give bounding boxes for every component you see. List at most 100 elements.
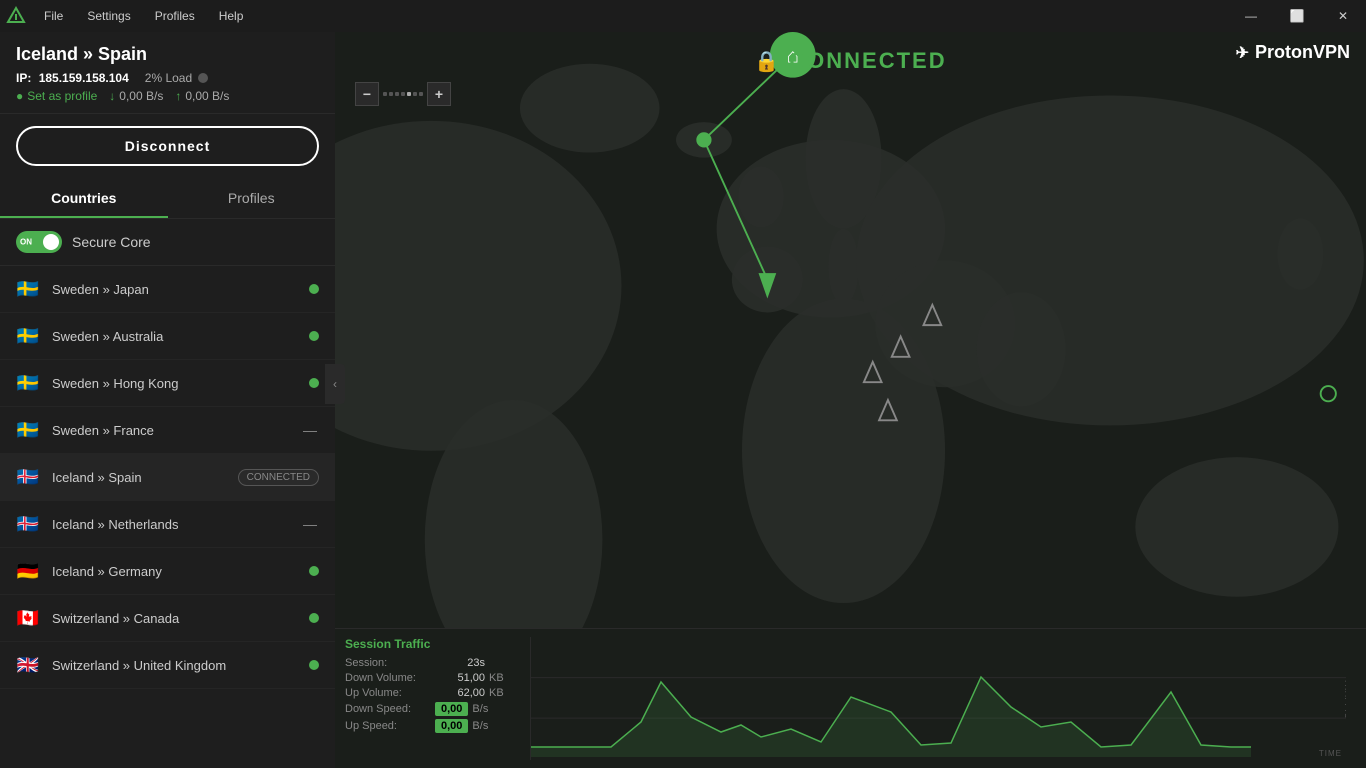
- traffic-info: Session Traffic Session: 23s Down Volume…: [345, 637, 530, 760]
- disconnect-button[interactable]: Disconnect: [16, 126, 319, 166]
- minus-icon-netherlands: —: [303, 516, 317, 532]
- secure-core-toggle[interactable]: ON: [16, 231, 62, 253]
- server-name-sweden-japan: Sweden » Japan: [52, 282, 309, 297]
- server-item-sweden-france[interactable]: 🇸🇪 Sweden » France —: [0, 407, 335, 454]
- connection-header: Iceland » Spain IP: 185.159.158.104 2% L…: [0, 32, 335, 114]
- server-item-sweden-australia[interactable]: 🇸🇪 Sweden » Australia: [0, 313, 335, 360]
- connected-label: CONNECTED: [789, 48, 946, 74]
- secure-core-label: Secure Core: [72, 234, 151, 250]
- down-arrow-icon: ↓: [109, 89, 115, 103]
- menu-settings[interactable]: Settings: [75, 0, 142, 32]
- minus-icon-france: —: [303, 422, 317, 438]
- load-indicator-1: [309, 331, 319, 341]
- map-area: ⌂ 🔒 CONNECTED ✈ ProtonVPN − +: [335, 32, 1366, 768]
- connected-status: 🔒 CONNECTED: [754, 48, 946, 74]
- flag-switzerland-canada: 🇨🇦: [16, 609, 40, 627]
- down-speed-value: 0,00: [435, 702, 468, 716]
- up-arrow-icon: ↑: [175, 89, 181, 103]
- menu-help[interactable]: Help: [207, 0, 256, 32]
- zoom-in-button[interactable]: +: [427, 82, 451, 106]
- protonvpn-logo: ✈ ProtonVPN: [1236, 42, 1350, 63]
- connection-ip: IP: 185.159.158.104: [16, 71, 129, 85]
- flag-sweden-australia: 🇸🇪: [16, 327, 40, 345]
- menu-profiles[interactable]: Profiles: [143, 0, 207, 32]
- window-controls: — ⬜ ✕: [1228, 0, 1366, 32]
- traffic-downspeed-row: Down Speed: 0,00 B/s: [345, 702, 530, 716]
- flag-sweden-hongkong: 🇸🇪: [16, 374, 40, 392]
- traffic-title: Session Traffic: [345, 637, 530, 651]
- zoom-controls: − +: [355, 82, 451, 106]
- load-indicator-8: [309, 660, 319, 670]
- collapse-sidebar-button[interactable]: ‹: [325, 364, 345, 404]
- server-item-sweden-hongkong[interactable]: 🇸🇪 Sweden » Hong Kong: [0, 360, 335, 407]
- proton-logo-icon: ✈: [1236, 43, 1249, 63]
- zoom-pip-4: [401, 92, 405, 96]
- flag-switzerland-uk: 🇬🇧: [16, 656, 40, 674]
- flag-sweden-france: 🇸🇪: [16, 421, 40, 439]
- server-name-iceland-netherlands: Iceland » Netherlands: [52, 517, 303, 532]
- load-indicator-2: [309, 378, 319, 388]
- server-name-iceland-spain: Iceland » Spain: [52, 470, 238, 485]
- down-volume-value: 51,00: [435, 672, 485, 684]
- tab-countries[interactable]: Countries: [0, 178, 168, 218]
- proton-logo-text: ProtonVPN: [1255, 42, 1350, 63]
- menu-file[interactable]: File: [32, 0, 75, 32]
- up-speed-unit: B/s: [472, 720, 488, 732]
- zoom-pip-1: [383, 92, 387, 96]
- down-volume-label: Down Volume:: [345, 672, 435, 684]
- server-item-iceland-spain[interactable]: 🇮🇸 Iceland » Spain CONNECTED: [0, 454, 335, 501]
- up-speed-label: Up Speed:: [345, 720, 435, 732]
- server-item-switzerland-uk[interactable]: 🇬🇧 Switzerland » United Kingdom: [0, 642, 335, 689]
- server-item-switzerland-canada[interactable]: 🇨🇦 Switzerland » Canada: [0, 595, 335, 642]
- sidebar: Iceland » Spain IP: 185.159.158.104 2% L…: [0, 32, 335, 768]
- up-volume-label: Up Volume:: [345, 687, 435, 699]
- toggle-on-label: ON: [20, 238, 32, 247]
- time-label: TIME: [1319, 749, 1342, 758]
- zoom-pip-6: [413, 92, 417, 96]
- titlebar: File Settings Profiles Help — ⬜ ✕: [0, 0, 1366, 32]
- app-logo: [0, 0, 32, 32]
- traffic-upspeed-row: Up Speed: 0,00 B/s: [345, 719, 530, 733]
- load-indicator-0: [309, 284, 319, 294]
- up-volume-value: 62,00: [435, 687, 485, 699]
- connection-route: Iceland » Spain: [16, 44, 319, 65]
- download-speed: ↓ 0,00 B/s: [109, 89, 163, 103]
- flag-iceland-germany: 🇩🇪: [16, 562, 40, 580]
- ip-label: IP:: [16, 71, 31, 85]
- lock-icon: 🔒: [754, 49, 781, 74]
- session-label: Session:: [345, 657, 435, 669]
- chart-area: TIME TRAFFIC: [530, 637, 1346, 760]
- down-speed-unit: B/s: [472, 703, 488, 715]
- zoom-line: [383, 92, 423, 96]
- toggle-knob: [43, 234, 59, 250]
- zoom-pip-5: [407, 92, 411, 96]
- server-name-sweden-australia: Sweden » Australia: [52, 329, 309, 344]
- traffic-label: TRAFFIC: [1343, 678, 1346, 719]
- maximize-button[interactable]: ⬜: [1274, 0, 1320, 32]
- ip-address: 185.159.158.104: [39, 71, 129, 85]
- up-speed-value: 0,00: [435, 719, 468, 733]
- flag-iceland-spain: 🇮🇸: [16, 468, 40, 486]
- server-list: 🇸🇪 Sweden » Japan 🇸🇪 Sweden » Australia …: [0, 266, 335, 768]
- server-item-iceland-netherlands[interactable]: 🇮🇸 Iceland » Netherlands —: [0, 501, 335, 548]
- load-indicator-6: [309, 566, 319, 576]
- server-name-switzerland-canada: Switzerland » Canada: [52, 611, 309, 626]
- secure-core-row: ON Secure Core: [0, 219, 335, 266]
- zoom-out-button[interactable]: −: [355, 82, 379, 106]
- traffic-chart: [531, 637, 1346, 760]
- connection-load: 2% Load: [145, 71, 208, 85]
- tab-profiles[interactable]: Profiles: [168, 178, 336, 218]
- server-item-iceland-germany[interactable]: 🇩🇪 Iceland » Germany: [0, 548, 335, 595]
- zoom-pip-3: [395, 92, 399, 96]
- server-item-sweden-japan[interactable]: 🇸🇪 Sweden » Japan: [0, 266, 335, 313]
- zoom-pip-2: [389, 92, 393, 96]
- upload-speed: ↑ 0,00 B/s: [175, 89, 229, 103]
- minimize-button[interactable]: —: [1228, 0, 1274, 32]
- traffic-panel: Session Traffic Session: 23s Down Volume…: [335, 628, 1366, 768]
- flag-sweden-japan: 🇸🇪: [16, 280, 40, 298]
- set-profile-link[interactable]: ● Set as profile: [16, 89, 97, 103]
- close-button[interactable]: ✕: [1320, 0, 1366, 32]
- connection-info-row: IP: 185.159.158.104 2% Load: [16, 71, 319, 85]
- menu-bar: File Settings Profiles Help: [32, 0, 255, 32]
- zoom-pip-7: [419, 92, 423, 96]
